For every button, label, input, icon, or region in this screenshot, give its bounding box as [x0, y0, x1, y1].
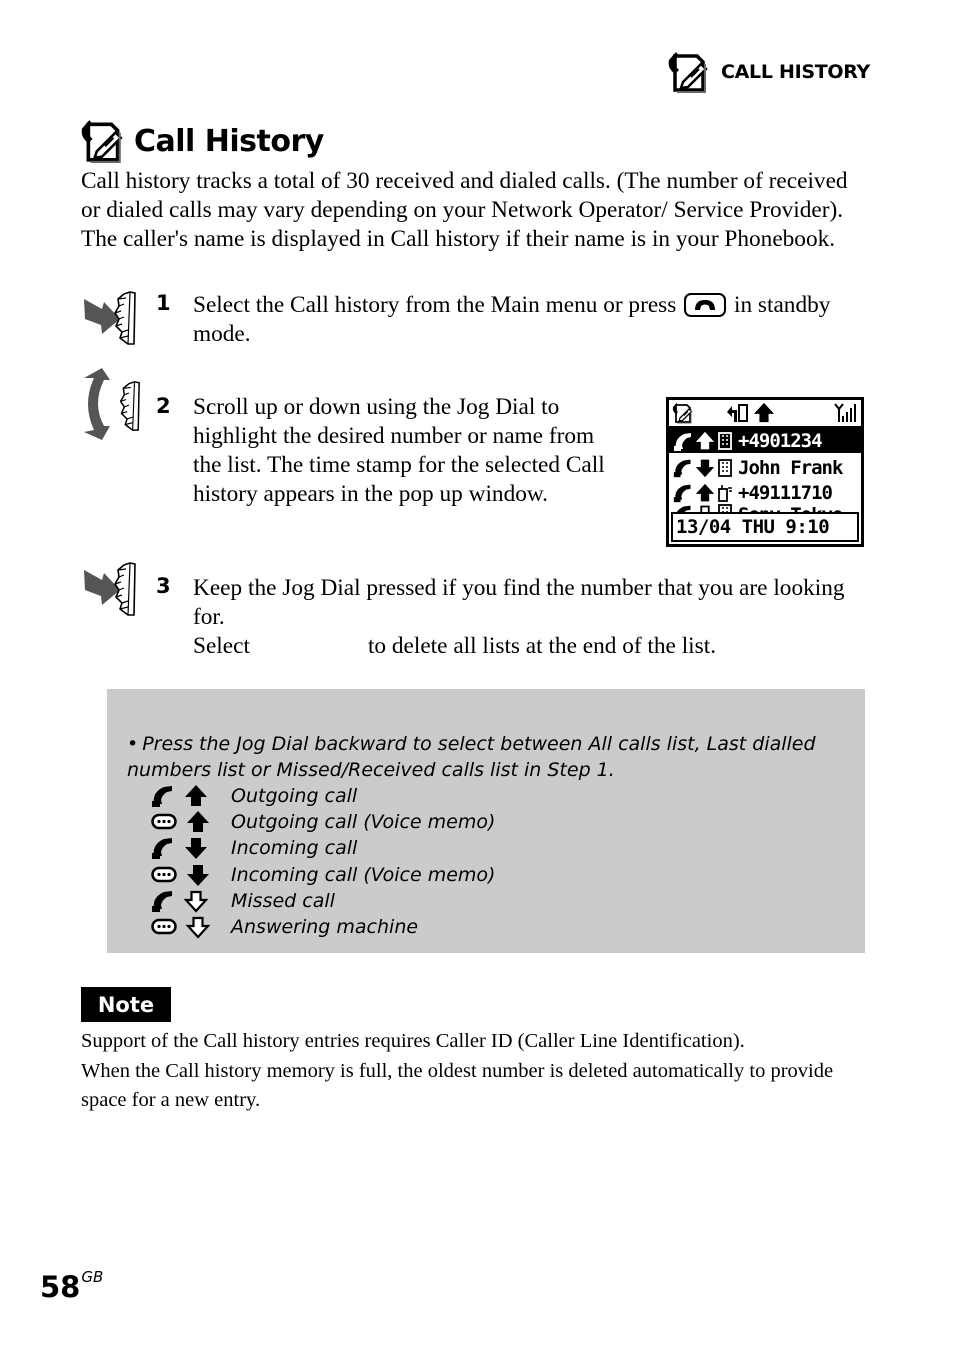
step-2: 2 Scroll up or down using the Jog Dial t… [80, 366, 640, 541]
call-list-item[interactable]: John Frank [669, 455, 861, 480]
legend-label: Incoming call (Voice memo) [231, 863, 496, 886]
note-paragraph: Support of the Call history entries requ… [81, 1030, 745, 1052]
office-icon [717, 432, 733, 450]
section-label: CALL HISTORY [721, 61, 870, 83]
legend-label: Outgoing call (Voice memo) [231, 811, 496, 834]
call-list-item[interactable]: +4901234 [669, 428, 861, 453]
arrow-up-icon [695, 431, 715, 449]
call-history-icon [671, 402, 695, 424]
arrow-down-icon [695, 458, 715, 478]
step-3: 3 Keep the Jog Dial pressed if you find … [80, 560, 870, 665]
page-number-suffix: GB [81, 1268, 104, 1287]
step-text-part: to delete all lists at the end of the li… [367, 633, 717, 659]
note-paragraph: When the Call history memory is full, th… [81, 1060, 834, 1111]
arrow-up-icon [695, 483, 715, 503]
call-history-icon [80, 118, 126, 164]
legend-item: Outgoing call [151, 783, 495, 809]
legend-item: Incoming call [151, 835, 495, 861]
arrow-up-filled-icon [183, 784, 209, 808]
page-number-value: 58 [40, 1270, 81, 1304]
handset-icon [151, 889, 175, 913]
step-text: Select the Call history from the Main me… [193, 291, 833, 349]
handset-icon [673, 483, 693, 503]
page-title: Call History [134, 123, 324, 159]
step-text-line: Keep the Jog Dial pressed if you find th… [193, 575, 845, 630]
icon-legend: Outgoing call Outgoing call (Voice memo)… [151, 783, 495, 940]
call-forward-icon [727, 404, 748, 422]
step-number: 2 [156, 394, 171, 418]
bullet: • [127, 733, 139, 755]
step-text: Keep the Jog Dial pressed if you find th… [193, 574, 863, 661]
arrow-down-outline-icon [185, 915, 211, 939]
voice-memo-icon [151, 866, 177, 884]
legend-item: Incoming call (Voice memo) [151, 862, 495, 888]
tip-text-content: Press the Jog Dial backward to select be… [127, 733, 816, 781]
legend-item: Missed call [151, 888, 495, 914]
arrow-down-filled-icon [183, 836, 209, 860]
voice-memo-icon [151, 918, 177, 936]
arrow-down-filled-icon [185, 863, 211, 887]
running-header: CALL HISTORY [667, 50, 870, 94]
intro-paragraph: Call history tracks a total of 30 receiv… [81, 168, 848, 252]
step-number: 1 [156, 291, 171, 315]
call-entry-text: +4901234 [738, 429, 823, 452]
timestamp-popup: 13/04 THU 9:10 [671, 512, 859, 542]
tip-text: • Press the Jog Dial backward to select b… [127, 731, 847, 783]
step-text: Scroll up or down using the Jog Dial to … [193, 394, 605, 507]
page-number: 58GB [40, 1268, 104, 1304]
call-entry-text: John Frank [738, 456, 843, 479]
office-icon [717, 459, 733, 477]
legend-item: Answering machine [151, 914, 495, 940]
call-list-item[interactable]: +49111710 [669, 480, 861, 505]
legend-label: Incoming call [231, 837, 358, 860]
handset-icon [674, 432, 691, 451]
signal-strength-icon [834, 403, 856, 422]
note-text: Support of the Call history entries requ… [81, 1027, 871, 1115]
phone-screen: +4901234 John Frank +49111710 Sony Tokyo… [666, 397, 864, 547]
step-text-part: Select [193, 633, 250, 659]
step-text-line: Select to delete all lists at the end of … [193, 632, 863, 661]
arrow-down-outline-icon [183, 889, 209, 913]
phone-key-icon [684, 292, 727, 317]
jog-dial-press-icon [84, 562, 136, 616]
page-title-row: Call History [80, 118, 324, 164]
legend-label: Missed call [231, 889, 335, 912]
handset-icon [151, 784, 175, 808]
jog-dial-rotate-icon [84, 368, 140, 440]
call-entry-text: +49111710 [738, 481, 833, 504]
step-number: 3 [156, 574, 171, 598]
arrow-up-icon [753, 402, 775, 424]
step-1: 1 Select the Call history from the Main … [80, 289, 870, 349]
legend-label: Outgoing call [231, 785, 358, 808]
note-badge: Note [81, 987, 171, 1022]
step-text-part: Select the Call history from the Main me… [193, 292, 677, 318]
voice-memo-icon [151, 813, 177, 831]
mobile-icon [717, 484, 733, 502]
handset-icon [151, 836, 175, 860]
arrow-up-filled-icon [185, 810, 211, 834]
legend-label: Answering machine [231, 916, 419, 939]
handset-icon [673, 458, 693, 478]
jog-dial-press-icon [84, 291, 136, 345]
call-history-icon [667, 50, 711, 94]
status-bar [669, 400, 861, 428]
tip-box: • Press the Jog Dial backward to select b… [107, 689, 865, 953]
legend-item: Outgoing call (Voice memo) [151, 809, 495, 835]
